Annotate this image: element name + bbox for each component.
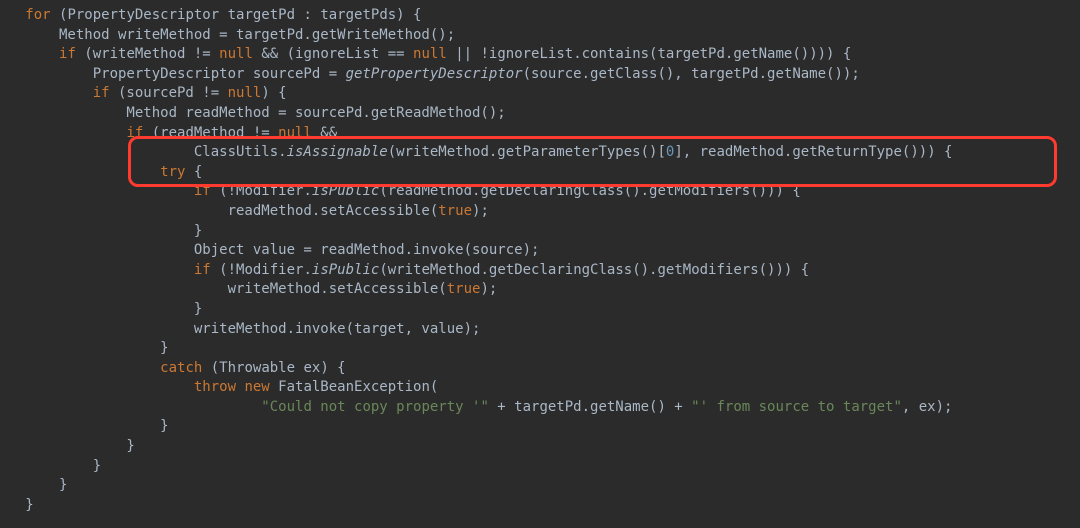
code-line: if (sourcePd != null) {: [0, 85, 287, 101]
code-line: Method writeMethod = targetPd.getWriteMe…: [0, 27, 455, 43]
code-editor[interactable]: for (PropertyDescriptor targetPd : targe…: [0, 0, 1080, 515]
code-line: }: [0, 497, 34, 513]
code-line: }: [0, 301, 202, 317]
code-line: if (!Modifier.isPublic(writeMethod.getDe…: [0, 262, 809, 278]
code-line: }: [0, 458, 101, 474]
code-line: writeMethod.setAccessible(true);: [0, 281, 497, 297]
code-line: Object value = readMethod.invoke(source)…: [0, 242, 539, 258]
code-line: writeMethod.invoke(target, value);: [0, 321, 480, 337]
code-line: for (PropertyDescriptor targetPd : targe…: [0, 7, 421, 23]
code-line: ClassUtils.isAssignable(writeMethod.getP…: [0, 144, 952, 160]
code-line: try {: [0, 164, 202, 180]
code-line: }: [0, 418, 169, 434]
code-line: catch (Throwable ex) {: [0, 360, 346, 376]
code-line: if (writeMethod != null && (ignoreList =…: [0, 46, 851, 62]
code-line: PropertyDescriptor sourcePd = getPropert…: [0, 66, 860, 82]
code-line: if (readMethod != null &&: [0, 125, 337, 141]
code-line: throw new FatalBeanException(: [0, 379, 438, 395]
code-line: "Could not copy property '" + targetPd.g…: [0, 399, 952, 415]
code-line: if (!Modifier.isPublic(readMethod.getDec…: [0, 183, 801, 199]
code-line: readMethod.setAccessible(true);: [0, 203, 489, 219]
code-line: }: [0, 340, 169, 356]
code-line: }: [0, 223, 202, 239]
code-line: }: [0, 438, 135, 454]
code-line: Method readMethod = sourcePd.getReadMeth…: [0, 105, 506, 121]
code-line: }: [0, 477, 67, 493]
